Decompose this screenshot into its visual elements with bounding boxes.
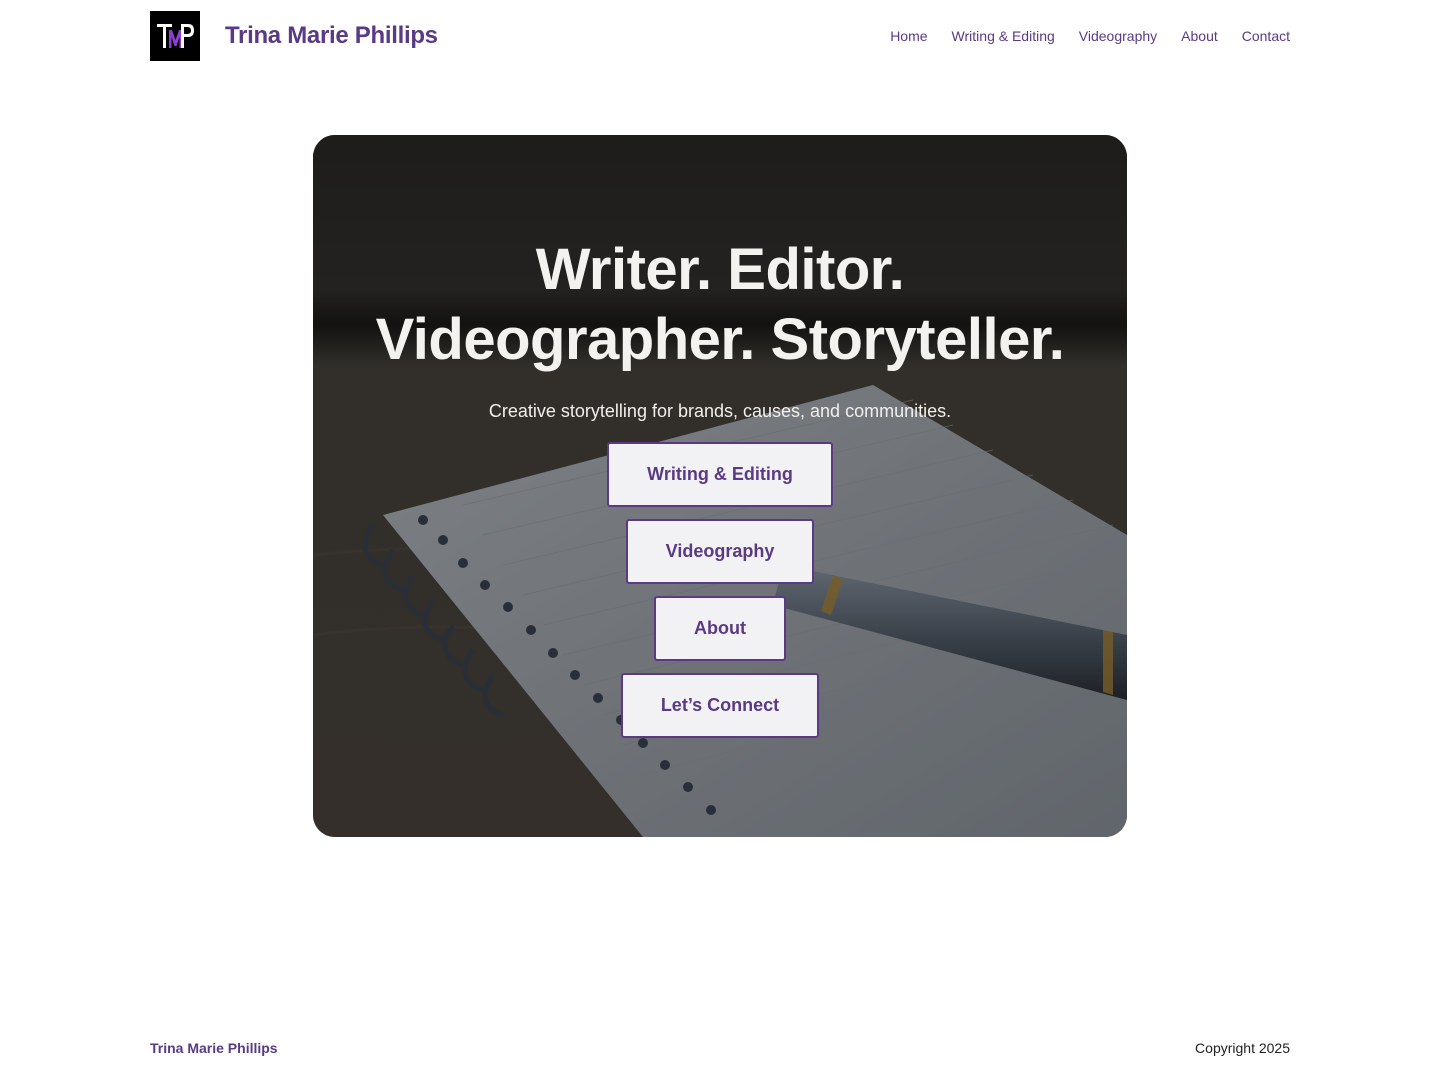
copyright-text: Copyright 2025 [1195, 1040, 1290, 1056]
site-logo[interactable] [150, 11, 200, 61]
writing-editing-button[interactable]: Writing & Editing [607, 442, 833, 507]
footer-brand-link[interactable]: Trina Marie Phillips [150, 1040, 278, 1056]
hero-title-line-2: Videographer. Storyteller. [375, 307, 1065, 372]
nav-contact[interactable]: Contact [1242, 28, 1290, 44]
videography-button[interactable]: Videography [625, 519, 815, 584]
lets-connect-button[interactable]: Let’s Connect [620, 673, 820, 738]
site-header: Trina Marie Phillips Home Writing & Edit… [150, 11, 1290, 61]
hero-title: Writer. Editor. Videographer. Storytelle… [376, 235, 1065, 375]
tmp-monogram-icon [150, 11, 200, 61]
site-title[interactable]: Trina Marie Phillips [225, 22, 438, 50]
brand-link[interactable]: Trina Marie Phillips [150, 11, 438, 61]
hero-content: Writer. Editor. Videographer. Storytelle… [313, 235, 1127, 738]
hero-title-line-1: Writer. Editor. [535, 237, 905, 302]
site-footer: Trina Marie Phillips Copyright 2025 [150, 1040, 1290, 1056]
hero-subtitle: Creative storytelling for brands, causes… [488, 401, 952, 421]
page: Trina Marie Phillips Home Writing & Edit… [0, 0, 1440, 1080]
hero-section: Writer. Editor. Videographer. Storytelle… [313, 135, 1127, 837]
hero-button-group: Writing & Editing Videography About Let’… [607, 442, 833, 738]
nav-home[interactable]: Home [890, 28, 927, 44]
nav-videography[interactable]: Videography [1079, 28, 1157, 44]
about-button[interactable]: About [654, 596, 786, 661]
nav-writing-editing[interactable]: Writing & Editing [952, 28, 1055, 44]
nav-about[interactable]: About [1181, 28, 1218, 44]
main-nav: Home Writing & Editing Videography About… [890, 28, 1290, 44]
